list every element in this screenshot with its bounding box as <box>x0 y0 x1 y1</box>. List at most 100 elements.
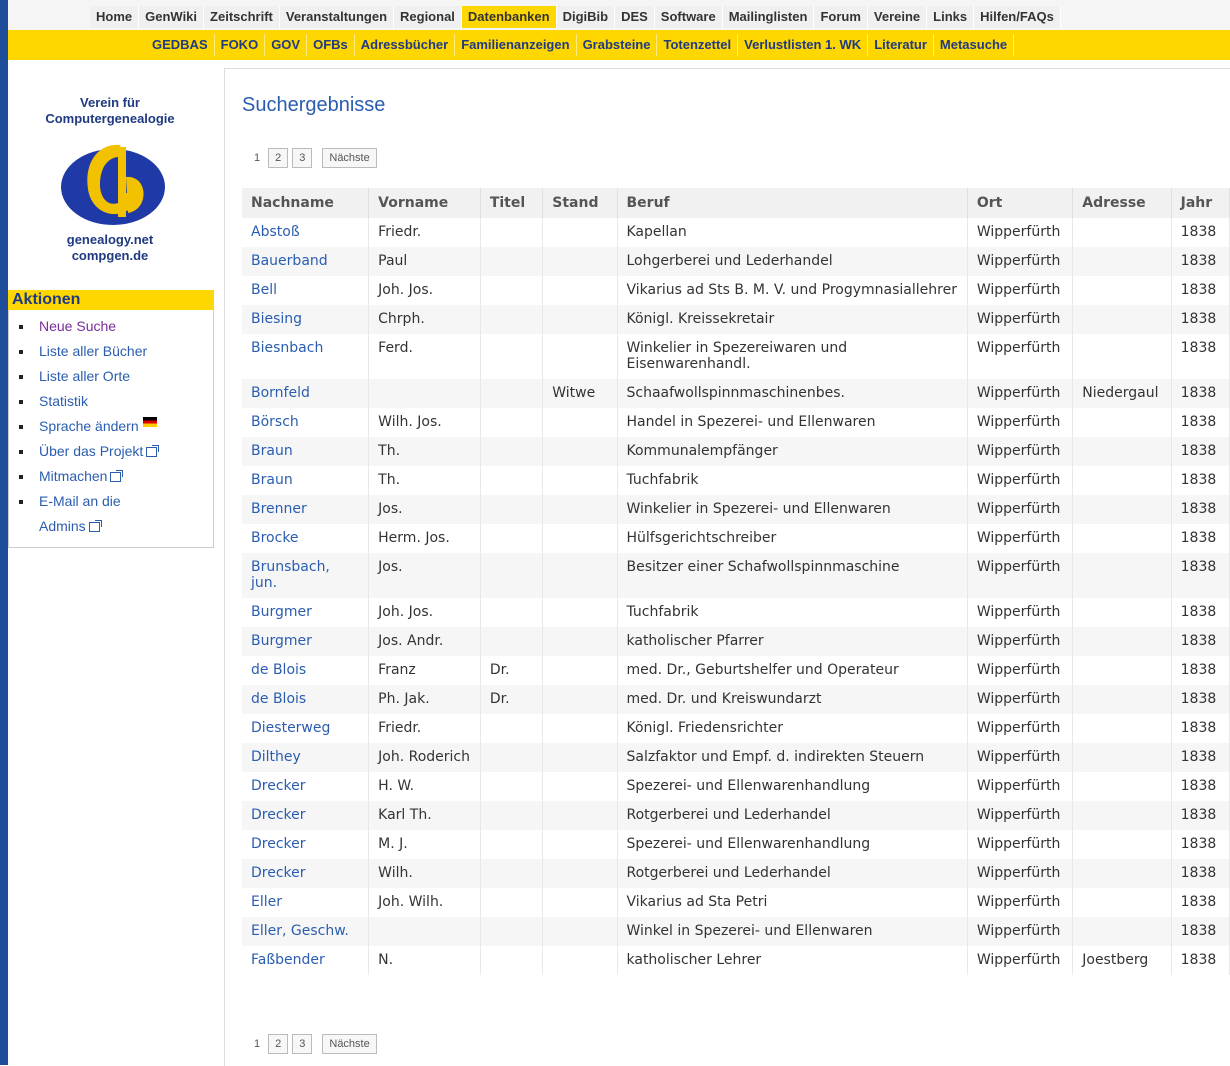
column-header-adresse[interactable]: Adresse <box>1072 188 1172 218</box>
pager-page-2[interactable]: 2 <box>268 1034 289 1054</box>
cell-nachname[interactable]: Biesnbach <box>242 334 370 379</box>
german-flag-icon <box>142 417 157 427</box>
cell-nachname[interactable]: Börsch <box>242 408 370 437</box>
cell-nachname[interactable]: Faßbender <box>242 946 370 975</box>
cell-ort: Wipperfürth <box>967 888 1074 917</box>
action-change-language[interactable]: Sprache ändern <box>19 414 213 439</box>
cell-nachname[interactable]: Drecker <box>242 830 370 859</box>
cell-stand <box>542 888 618 917</box>
cell-stand <box>542 495 618 524</box>
nav-item-forum[interactable]: Forum <box>814 6 868 28</box>
nav-item-vereine[interactable]: Vereine <box>868 6 928 28</box>
cell-nachname[interactable]: Braun <box>242 437 370 466</box>
cell-nachname[interactable]: Drecker <box>242 801 370 830</box>
pager-next-button[interactable]: Nächste <box>322 1034 377 1054</box>
column-header-beruf[interactable]: Beruf <box>617 188 968 218</box>
domain-genealogy-net[interactable]: genealogy.net <box>20 232 200 248</box>
pager-page-3[interactable]: 3 <box>292 148 313 168</box>
action-new-search[interactable]: Neue Suche <box>19 314 213 339</box>
cell-stand <box>542 859 618 888</box>
nav-item-links[interactable]: Links <box>927 6 975 28</box>
cell-jahr: 1838 <box>1171 334 1230 379</box>
cell-stand <box>542 334 618 379</box>
cell-jahr: 1838 <box>1171 408 1230 437</box>
nav-item-regional[interactable]: Regional <box>394 6 462 28</box>
nav-item-zeitschrift[interactable]: Zeitschrift <box>204 6 280 28</box>
cell-titel <box>480 801 544 830</box>
cell-nachname[interactable]: Burgmer <box>242 598 370 627</box>
subnav-item-gov[interactable]: GOV <box>265 34 308 56</box>
nav-item-datenbanken[interactable]: Datenbanken <box>461 6 557 28</box>
cell-nachname[interactable]: de Blois <box>242 656 370 685</box>
column-header-jahr[interactable]: Jahr <box>1171 188 1230 218</box>
cell-nachname[interactable]: Bell <box>242 276 370 305</box>
action-all-places[interactable]: Liste aller Orte <box>19 364 213 389</box>
pager-page-3[interactable]: 3 <box>292 1034 313 1054</box>
domain-compgen-de[interactable]: compgen.de <box>20 248 200 264</box>
action-email-admins-cont[interactable]: Admins <box>19 514 213 539</box>
table-row: Brenner Jos. Winkelier in Spezerei- und El… <box>242 495 1230 524</box>
cell-nachname[interactable]: Eller, Geschw. <box>242 917 370 946</box>
nav-item-mailinglisten[interactable]: Mailinglisten <box>723 6 815 28</box>
action-participate[interactable]: Mitmachen <box>19 464 213 489</box>
subnav-item-verlustlisten-1-wk[interactable]: Verlustlisten 1. WK <box>738 34 869 56</box>
cell-nachname[interactable]: Brocke <box>242 524 370 553</box>
nav-item-hilfen-faqs[interactable]: Hilfen/FAQs <box>974 6 1061 28</box>
cell-nachname[interactable]: Dilthey <box>242 743 370 772</box>
cell-beruf: med. Dr., Geburtshelfer und Operateur <box>617 656 968 685</box>
column-header-ort[interactable]: Ort <box>967 188 1074 218</box>
nav-item-software[interactable]: Software <box>655 6 723 28</box>
cell-ort: Wipperfürth <box>967 917 1074 946</box>
column-header-stand[interactable]: Stand <box>542 188 618 218</box>
subnav-item-familienanzeigen[interactable]: Familienanzeigen <box>455 34 577 56</box>
cell-stand <box>542 408 618 437</box>
cell-nachname[interactable]: de Blois <box>242 685 370 714</box>
subnav-item-metasuche[interactable]: Metasuche <box>934 34 1015 56</box>
cell-nachname[interactable]: Brunsbach, jun. <box>242 553 370 598</box>
cell-beruf: Königl. Friedensrichter <box>617 714 968 743</box>
nav-item-genwiki[interactable]: GenWiki <box>139 6 205 28</box>
cell-nachname[interactable]: Diesterweg <box>242 714 370 743</box>
action-email-admins[interactable]: E-Mail an die <box>19 489 213 514</box>
cell-nachname[interactable]: Biesing <box>242 305 370 334</box>
cell-nachname[interactable]: Burgmer <box>242 627 370 656</box>
cell-vorname: Jos. Andr. <box>368 627 481 656</box>
cell-nachname[interactable]: Abstoß <box>242 218 370 247</box>
cell-stand <box>542 714 618 743</box>
nav-item-des[interactable]: DES <box>615 6 655 28</box>
cell-nachname[interactable]: Drecker <box>242 772 370 801</box>
action-label: Liste aller Orte <box>39 368 131 384</box>
nav-item-home[interactable]: Home <box>90 6 140 28</box>
cell-nachname[interactable]: Bauerband <box>242 247 370 276</box>
cell-ort: Wipperfürth <box>967 946 1074 975</box>
subnav-item-ofbs[interactable]: OFBs <box>307 34 355 56</box>
cell-nachname[interactable]: Braun <box>242 466 370 495</box>
compgen-logo[interactable] <box>58 137 168 229</box>
domain-links: genealogy.net compgen.de <box>20 232 200 264</box>
cell-titel <box>480 743 544 772</box>
cell-nachname[interactable]: Eller <box>242 888 370 917</box>
column-header-vorname[interactable]: Vorname <box>368 188 481 218</box>
cell-nachname[interactable]: Brenner <box>242 495 370 524</box>
subnav-item-literatur[interactable]: Literatur <box>868 34 934 56</box>
cell-titel <box>480 553 544 598</box>
action-statistics[interactable]: Statistik <box>19 389 213 414</box>
cell-jahr: 1838 <box>1171 743 1230 772</box>
column-header-nachname[interactable]: Nachname <box>242 188 370 218</box>
cell-ort: Wipperfürth <box>967 247 1074 276</box>
subnav-item-adressb-cher[interactable]: Adressbücher <box>355 34 456 56</box>
pager-next-button[interactable]: Nächste <box>322 148 377 168</box>
subnav-item-grabsteine[interactable]: Grabsteine <box>577 34 658 56</box>
cell-nachname[interactable]: Drecker <box>242 859 370 888</box>
nav-item-digibib[interactable]: DigiBib <box>557 6 616 28</box>
subnav-item-totenzettel[interactable]: Totenzettel <box>657 34 739 56</box>
action-all-books[interactable]: Liste aller Bücher <box>19 339 213 364</box>
column-header-titel[interactable]: Titel <box>480 188 544 218</box>
nav-item-veranstaltungen[interactable]: Veranstaltungen <box>280 6 395 28</box>
subnav-item-foko[interactable]: FOKO <box>215 34 266 56</box>
subnav-item-gedbas[interactable]: GEDBAS <box>146 34 215 56</box>
cell-nachname[interactable]: Bornfeld <box>242 379 370 408</box>
action-about-project[interactable]: Über das Projekt <box>19 439 213 464</box>
pager-page-2[interactable]: 2 <box>268 148 289 168</box>
cell-jahr: 1838 <box>1171 888 1230 917</box>
